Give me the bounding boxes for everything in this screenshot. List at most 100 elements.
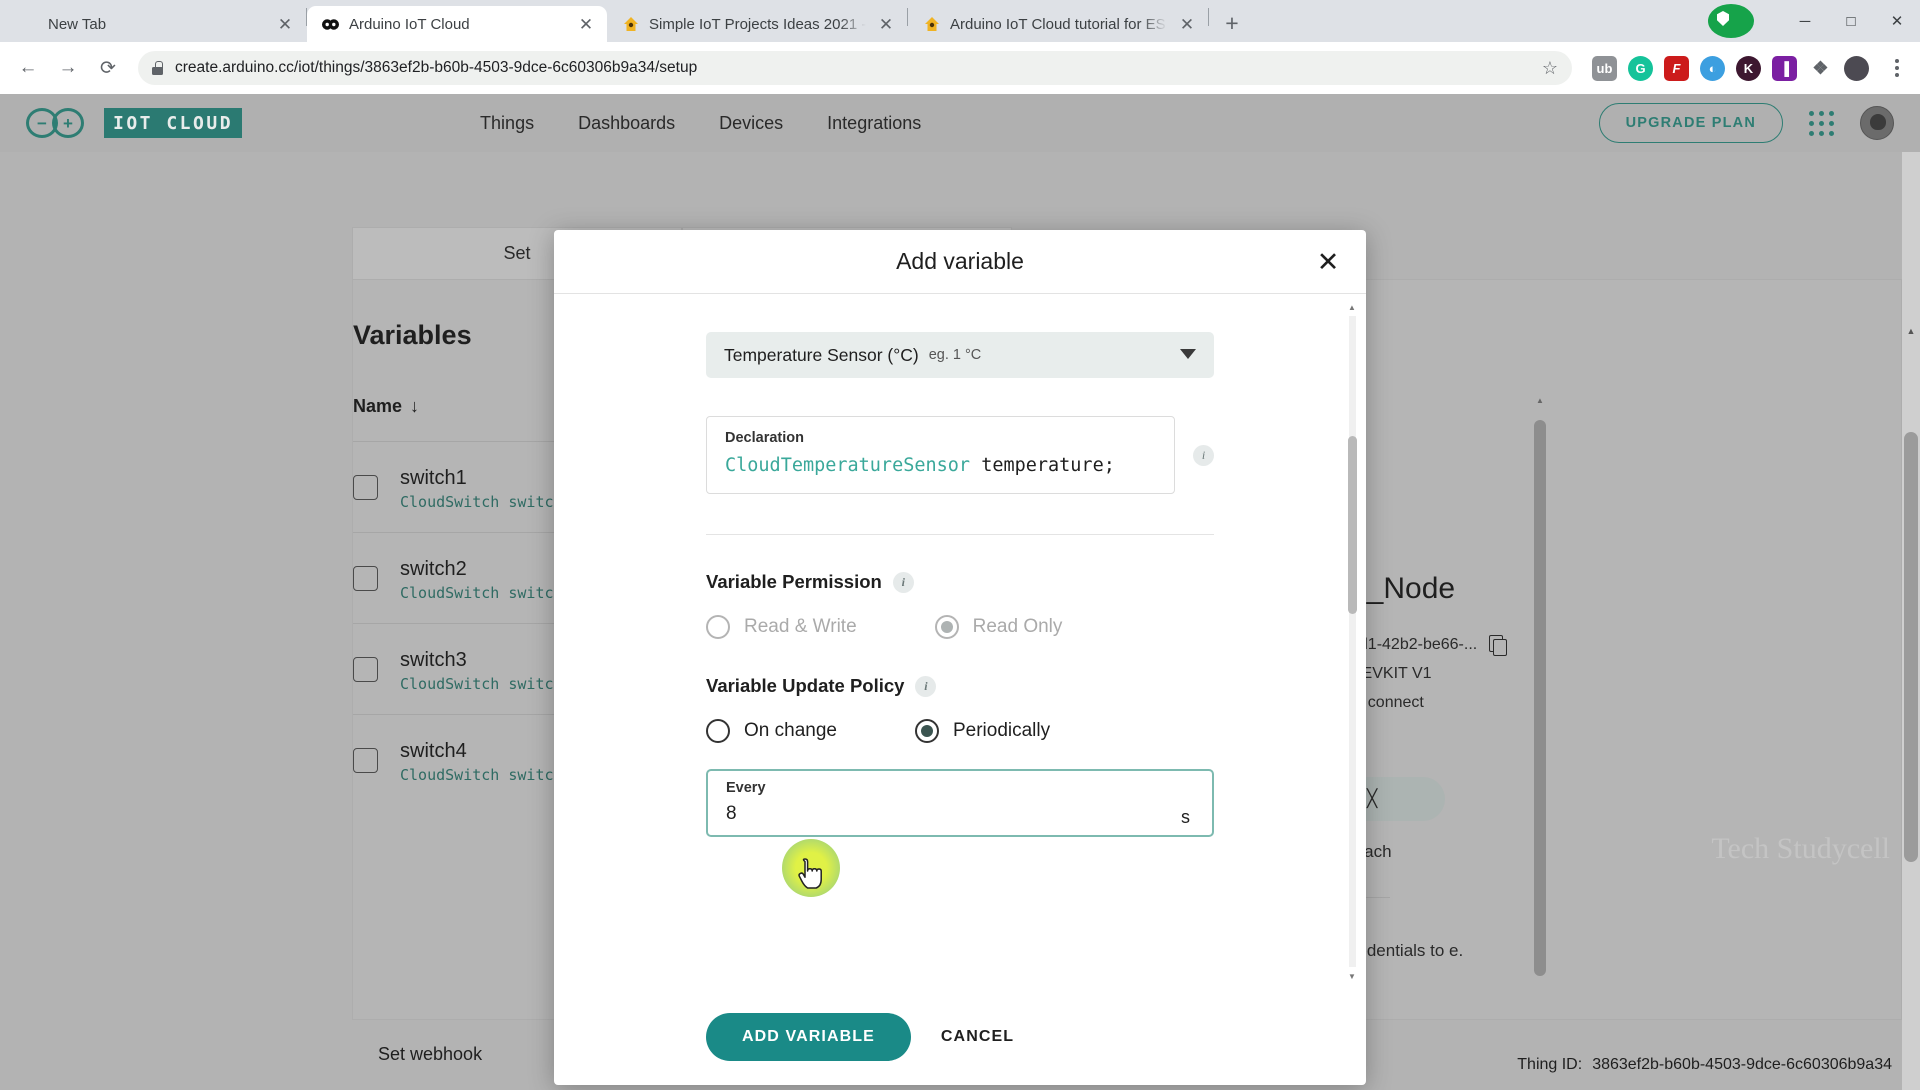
dialog-title: Add variable [896,248,1024,274]
radio-label: Read Only [972,616,1063,637]
minimize-button[interactable]: ─ [1782,4,1828,38]
radio-label: Periodically [952,720,1051,741]
browser-tab-1[interactable]: Arduino IoT Cloud ✕ [307,6,607,42]
profile-avatar[interactable] [1844,55,1869,81]
address-bar[interactable]: create.arduino.cc/iot/things/3863ef2b-b6… [138,51,1572,85]
safety-shield-icon[interactable] [1708,4,1754,38]
tab-title: New Tab [48,15,107,33]
radio-circle[interactable] [914,719,939,743]
info-icon[interactable]: i [1193,444,1214,466]
declaration-box: Declaration CloudTemperatureSensor tempe… [706,416,1175,494]
browser-toolbar: ← → ⟳ create.arduino.cc/iot/things/3863e… [0,42,1920,94]
radio-on-change[interactable]: On change [706,719,837,743]
row-checkbox[interactable] [353,747,378,773]
tab-favicon-none [20,15,39,34]
row-checkbox[interactable] [353,565,378,591]
browser-tab-3[interactable]: Arduino IoT Cloud tutorial for ES ✕ [908,6,1208,42]
declaration-semicolon: ; [1103,455,1115,476]
apps-grid-icon[interactable] [1809,110,1834,136]
analytics-icon[interactable]: ▐ [1772,55,1797,81]
inner-scrollbar[interactable]: ▲ [1532,392,1548,982]
tab-close-button[interactable]: ✕ [875,13,897,35]
close-window-button[interactable]: ✕ [1874,4,1920,38]
reload-icon[interactable]: ⟳ [90,50,126,86]
every-label: Every [726,780,766,796]
permission-radio-group: Read & Write Read Only [706,615,1214,639]
device-id-value: bd1-42b2-be66-... [1350,635,1478,653]
thing-id-label: Thing ID: [1517,1056,1583,1073]
nav-item-dashboards[interactable]: Dashboards [578,113,675,134]
tab-close-button[interactable]: ✕ [1176,13,1198,35]
device-status: to connect [1350,694,1424,711]
iot-cloud-badge: IOT CLOUD [104,108,243,138]
upgrade-plan-button[interactable]: UPGRADE PLAN [1598,103,1783,143]
web-page: − + IOT CLOUD Things Dashboards Devices … [0,94,1920,1090]
radio-circle[interactable] [706,615,730,639]
declaration-label: Declaration [725,430,804,446]
page-scroll-up-icon[interactable]: ▲ [1902,322,1920,340]
variable-name: switch3 [400,649,467,671]
row-checkbox[interactable] [353,656,378,682]
declaration-name: temperature [981,455,1104,476]
every-input-field[interactable]: Every 8 s [706,769,1214,837]
bookmark-star-icon[interactable]: ☆ [1542,58,1558,79]
scroll-down-icon[interactable]: ▼ [1345,969,1359,983]
variable-name: switch1 [400,467,467,489]
tab-close-button[interactable]: ✕ [575,13,597,35]
tab-close-button[interactable]: ✕ [274,13,296,35]
browser-menu-icon[interactable] [1884,59,1910,77]
info-icon[interactable]: i [892,571,914,593]
scroll-up-icon[interactable]: ▲ [1532,392,1548,408]
variable-type-select[interactable]: Temperature Sensor (°C) eg. 1 °C [706,332,1214,378]
radio-read-write[interactable]: Read & Write [706,615,857,639]
radio-label: Read & Write [744,616,857,637]
flash-icon[interactable]: F [1664,55,1689,81]
forward-icon[interactable]: → [50,50,86,86]
add-variable-button[interactable]: ADD VARIABLE [706,1013,911,1061]
back-icon[interactable]: ← [10,50,46,86]
kaspersky-icon[interactable]: K [1736,55,1761,81]
nav-item-integrations[interactable]: Integrations [827,113,921,134]
nav-item-devices[interactable]: Devices [719,113,783,134]
radio-circle[interactable] [706,719,730,743]
new-tab-button[interactable]: + [1215,6,1249,40]
dialog-body: Temperature Sensor (°C) eg. 1 °C Declara… [554,294,1366,989]
user-avatar[interactable] [1860,106,1894,140]
maximize-button[interactable]: □ [1828,4,1874,38]
dialog-scrollbar[interactable]: ▲ ▼ [1345,300,1359,983]
row-checkbox[interactable] [353,474,378,500]
variable-type: CloudSwitch switc [400,766,554,784]
cancel-button[interactable]: CANCEL [941,1028,1014,1046]
radio-read-only[interactable]: Read Only [934,615,1063,639]
radio-periodically[interactable]: Periodically [914,719,1051,743]
radio-label: On change [744,720,837,741]
copy-icon[interactable] [1489,635,1508,656]
divider [706,534,1214,535]
close-icon[interactable]: ✕ [1312,246,1344,278]
every-value[interactable]: 8 [726,803,1194,825]
browser-tab-2[interactable]: Simple IoT Projects Ideas 2021 - ✕ [607,6,907,42]
thing-id-value: 3863ef2b-b60b-4503-9dce-6c60306b9a34 [1592,1056,1892,1073]
scroll-up-icon[interactable]: ▲ [1345,300,1359,314]
app-logo[interactable]: − + IOT CLOUD [26,108,243,138]
page-scroll-thumb[interactable] [1904,432,1918,862]
declaration-type: CloudTemperatureSensor [725,455,971,476]
info-icon[interactable]: i [915,675,937,697]
scroll-track[interactable] [1349,316,1356,967]
puzzle-extensions-icon[interactable]: ❖ [1808,56,1833,81]
radio-circle[interactable] [934,615,959,639]
nav-item-things[interactable]: Things [480,113,534,134]
tab-title: Arduino IoT Cloud tutorial for ES [950,15,1166,33]
browser-tab-strip: New Tab ✕ Arduino IoT Cloud ✕ Simple IoT… [0,0,1920,42]
scroll-thumb[interactable] [1348,436,1357,614]
grammarly-icon[interactable]: G [1628,55,1653,81]
ublock-origin-icon[interactable]: ub [1592,55,1617,81]
browser-tab-0[interactable]: New Tab ✕ [6,6,306,42]
header-right: UPGRADE PLAN [1598,94,1894,152]
chevron-down-icon[interactable] [1180,349,1196,359]
device-id-row[interactable]: bd1-42b2-be66-... [1350,635,1508,656]
update-policy-radio-group: On change Periodically [706,719,1214,743]
page-scrollbar[interactable]: ▲ [1902,152,1920,1090]
web-globe-icon[interactable]: ◐ [1700,55,1725,81]
scroll-thumb[interactable] [1534,420,1546,976]
